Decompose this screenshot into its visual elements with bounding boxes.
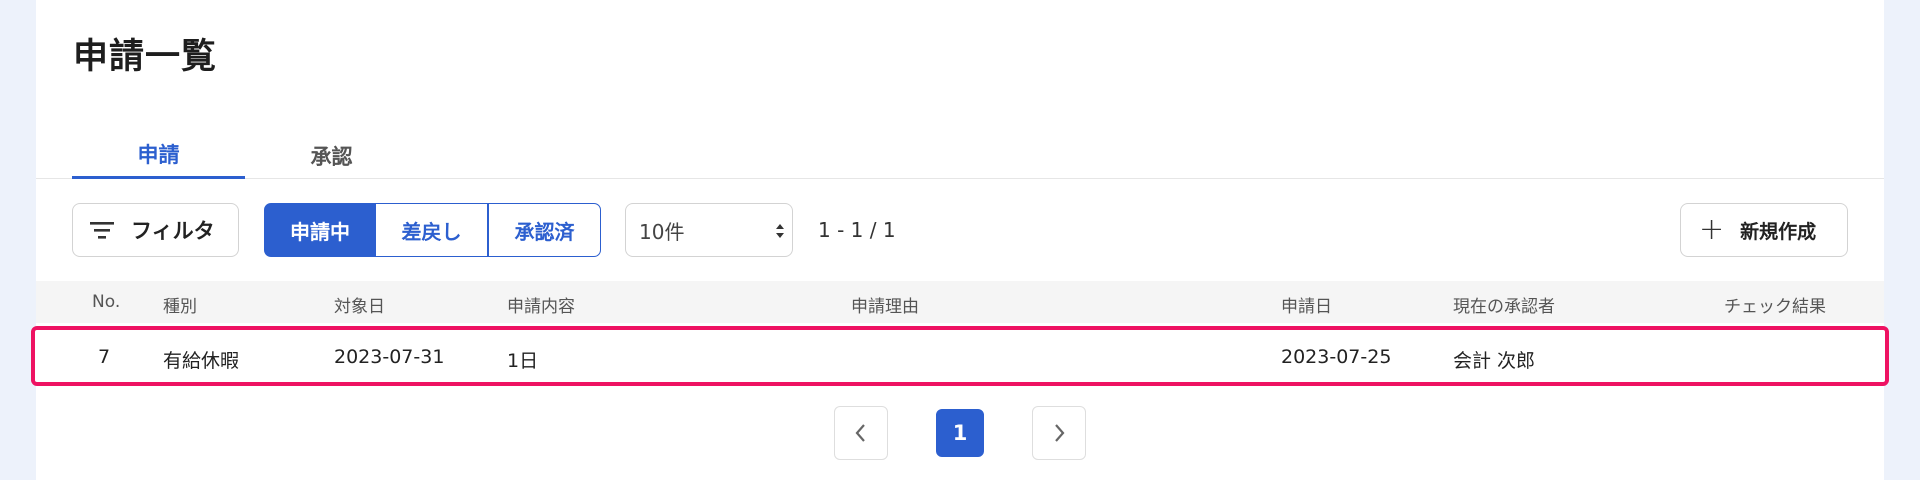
result-range: 1 - 1 / 1 (818, 218, 896, 242)
col-header-no: No. (92, 292, 121, 312)
table-row[interactable]: 7 有給休暇 2023-07-31 1日 2023-07-25 会計 次郎 (31, 326, 1889, 386)
table-header: No. 種別 対象日 申請内容 申請理由 申請日 現在の承認者 チェック結果 (36, 281, 1884, 323)
cell-target-date: 2023-07-31 (334, 346, 445, 368)
pagination-prev-button[interactable] (834, 406, 888, 460)
page-title: 申請一覧 (73, 37, 218, 77)
col-header-check-result: チェック結果 (1724, 297, 1826, 317)
main-panel: 申請一覧 申請 承認 フィルタ 申請中 差戻し 承認済 10件 1 - 1 / … (31, 0, 1889, 480)
chevron-right-icon (1055, 424, 1065, 442)
cell-approver: 会計 次郎 (1453, 350, 1536, 372)
col-header-type: 種別 (163, 297, 197, 317)
filter-button-label: フィルタ (131, 219, 215, 243)
filter-button[interactable]: フィルタ (72, 203, 239, 257)
cell-content: 1日 (507, 350, 539, 372)
cell-applied-date: 2023-07-25 (1281, 346, 1392, 368)
col-header-content: 申請内容 (507, 297, 575, 317)
select-arrows-icon (776, 224, 784, 238)
tab-bar: 申請 承認 (36, 132, 1884, 179)
new-request-label: 新規作成 (1740, 220, 1817, 243)
status-returned-button[interactable]: 差戻し (376, 203, 488, 257)
plus-icon: + (1699, 212, 1725, 247)
tab-approval[interactable]: 承認 (245, 132, 418, 179)
chevron-left-icon (855, 424, 865, 442)
pagination-next-button[interactable] (1032, 406, 1086, 460)
status-segmented-control: 申請中 差戻し 承認済 (264, 203, 601, 257)
status-pending-button[interactable]: 申請中 (264, 203, 376, 257)
cell-no: 7 (98, 346, 111, 368)
status-approved-button[interactable]: 承認済 (488, 203, 601, 257)
page-size-value: 10件 (639, 219, 685, 244)
page-size-select[interactable]: 10件 (625, 203, 793, 257)
new-request-button[interactable]: + 新規作成 (1680, 203, 1848, 257)
cell-type: 有給休暇 (163, 350, 240, 372)
filter-icon (90, 222, 114, 239)
col-header-approver: 現在の承認者 (1453, 297, 1555, 317)
col-header-applied-date: 申請日 (1281, 297, 1332, 317)
tab-application[interactable]: 申請 (72, 132, 245, 179)
col-header-reason: 申請理由 (851, 297, 919, 317)
pagination-page-1[interactable]: 1 (936, 409, 984, 457)
col-header-target-date: 対象日 (334, 297, 385, 317)
